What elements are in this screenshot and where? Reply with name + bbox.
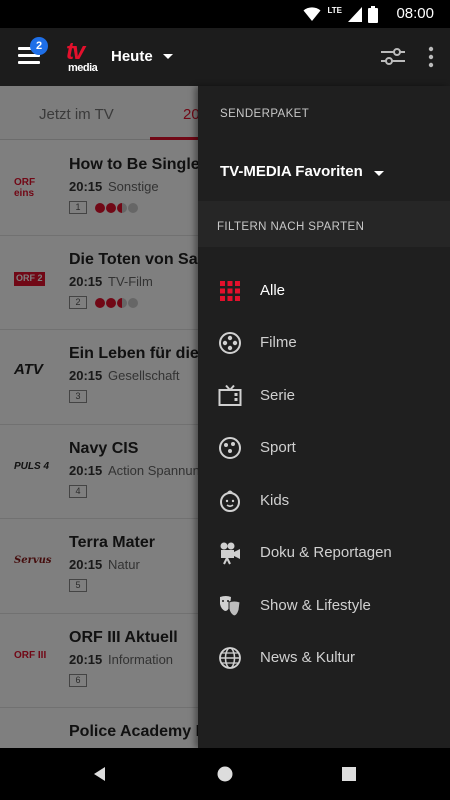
package-section-header: SENDERPAKET [220,108,310,120]
baby-face-icon [220,490,240,512]
notification-badge: 2 [30,37,48,55]
camera-icon [220,542,240,565]
category-item-serie[interactable]: Serie [198,370,450,422]
category-item-news-kultur[interactable]: News & Kultur [198,632,450,684]
status-bar: LTE 08:00 [0,0,450,28]
category-label: Serie [260,387,296,404]
drawer-scrim[interactable] [0,86,200,748]
menu-button[interactable]: 2 [18,37,48,68]
package-selector[interactable]: TV-MEDIA Favoriten [198,141,450,201]
film-reel-icon [219,332,241,354]
category-item-alle[interactable]: Alle [198,265,450,317]
network-type-label: LTE [327,5,342,15]
tv-icon [218,384,242,406]
category-item-filme[interactable]: Filme [198,317,450,369]
category-label: Sport [260,439,296,456]
filter-section-header: FILTERN NACH SPARTEN [217,221,365,233]
logo-media-text: media [68,62,98,74]
category-label: News & Kultur [260,649,356,666]
category-item-show-lifestyle[interactable]: Show & Lifestyle [198,580,450,632]
dropdown-arrow-icon [162,54,173,59]
clock: 08:00 [396,5,434,22]
day-selector[interactable]: Heute [111,48,173,65]
category-item-kids[interactable]: Kids [198,475,450,527]
system-nav-bar [0,748,450,800]
menu-icon-bar [18,61,40,64]
wifi-icon [303,7,321,21]
category-label: Doku & Reportagen [260,544,392,561]
filter-sliders-icon[interactable] [380,46,406,68]
filter-drawer: SENDERPAKET TV-MEDIA Favoriten FILTERN N… [198,86,450,748]
category-label: Filme [260,334,297,351]
back-icon[interactable] [92,766,108,782]
ball-icon [219,437,241,459]
battery-icon [368,5,378,23]
recents-icon[interactable] [342,767,356,781]
category-item-sport[interactable]: Sport [198,422,450,474]
globe-icon [219,647,241,669]
app-bar: 2 tv media Heute [0,28,450,86]
theater-masks-icon [220,596,241,617]
tv-media-logo: tv media [66,38,100,76]
day-selector-label: Heute [111,48,153,65]
category-label: Alle [260,282,286,299]
category-label: Kids [260,492,290,509]
home-icon[interactable] [217,766,233,782]
filter-section-header-band: FILTERN NACH SPARTEN [198,201,450,247]
dropdown-arrow-icon [374,171,384,176]
category-item-doku[interactable]: Doku & Reportagen [198,527,450,579]
grid-icon [220,281,240,301]
more-vert-icon[interactable] [424,46,438,68]
signal-icon [348,7,362,22]
category-label: Show & Lifestyle [260,597,371,614]
package-selector-label: TV-MEDIA Favoriten [220,163,363,180]
